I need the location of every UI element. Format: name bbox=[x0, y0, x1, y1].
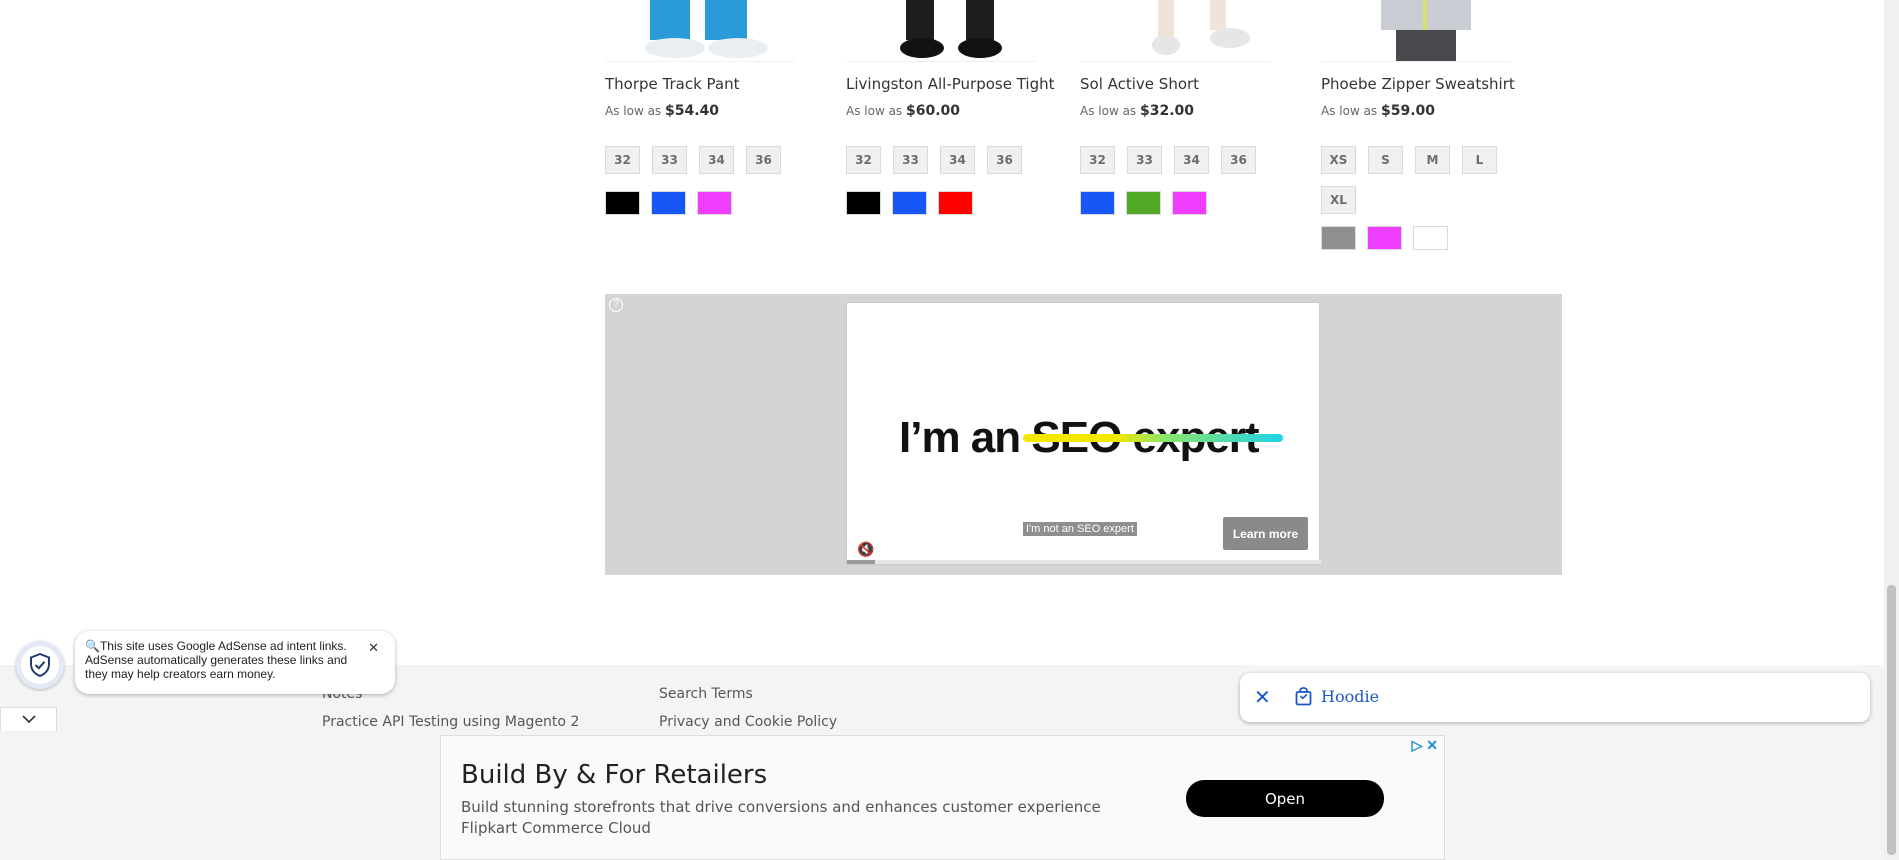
size-option[interactable]: 32 bbox=[846, 146, 881, 174]
price-value: $60.00 bbox=[906, 103, 961, 119]
price-prefix: As low as bbox=[1321, 104, 1378, 118]
color-swatch[interactable] bbox=[1321, 226, 1356, 250]
color-options bbox=[605, 191, 732, 215]
color-swatch[interactable] bbox=[1126, 191, 1161, 215]
price-value: $59.00 bbox=[1381, 103, 1436, 119]
size-option[interactable]: 34 bbox=[699, 146, 734, 174]
size-option[interactable]: M bbox=[1415, 146, 1450, 174]
color-swatch[interactable] bbox=[1172, 191, 1207, 215]
ad-video-card[interactable]: I’m an SEO expert I'm not an SEO expert … bbox=[846, 302, 1321, 565]
chevron-down-icon bbox=[21, 715, 36, 724]
size-option[interactable]: 36 bbox=[987, 146, 1022, 174]
price-value: $32.00 bbox=[1140, 103, 1195, 119]
ad-progress-bar bbox=[847, 560, 1321, 564]
bottom-anchor-ad[interactable]: ▷ ✕ Build By & For Retailers Build stunn… bbox=[440, 735, 1445, 860]
product-image[interactable] bbox=[1321, 0, 1511, 62]
color-options bbox=[1321, 226, 1448, 250]
footer-link-privacy[interactable]: Privacy and Cookie Policy bbox=[659, 714, 837, 730]
size-option[interactable]: 32 bbox=[1080, 146, 1115, 174]
color-swatch[interactable] bbox=[1367, 226, 1402, 250]
size-option[interactable]: XS bbox=[1321, 146, 1356, 174]
color-swatch[interactable] bbox=[651, 191, 686, 215]
footer-link-search-terms[interactable]: Search Terms bbox=[659, 686, 753, 702]
product-image[interactable] bbox=[1080, 0, 1270, 62]
size-option[interactable]: 33 bbox=[893, 146, 928, 174]
open-button[interactable]: Open bbox=[1186, 780, 1384, 817]
ad-description: Build stunning storefronts that drive co… bbox=[461, 798, 1101, 816]
price-prefix: As low as bbox=[1080, 104, 1137, 118]
shopping-bag-icon bbox=[1295, 687, 1312, 711]
color-swatch[interactable] bbox=[1413, 226, 1448, 250]
color-swatch[interactable] bbox=[892, 191, 927, 215]
size-option[interactable]: 34 bbox=[1174, 146, 1209, 174]
size-option[interactable]: XL bbox=[1321, 186, 1356, 214]
mute-icon[interactable]: 🔇 bbox=[857, 541, 874, 558]
learn-more-button[interactable]: Learn more bbox=[1223, 517, 1308, 550]
product-name[interactable]: Sol Active Short bbox=[1080, 75, 1199, 93]
color-swatch[interactable] bbox=[938, 191, 973, 215]
adchoices-icon[interactable]: ▷ ✕ bbox=[1412, 737, 1438, 754]
price-value: $54.40 bbox=[665, 103, 720, 119]
size-option[interactable]: 33 bbox=[652, 146, 687, 174]
ad-strike-highlight bbox=[1023, 434, 1283, 442]
search-suggestion-chip[interactable]: ✕ Hoodie bbox=[1240, 673, 1870, 722]
notice-text: This site uses Google AdSense ad intent … bbox=[85, 639, 348, 681]
footer-link-api-testing[interactable]: Practice API Testing using Magento 2 bbox=[322, 714, 579, 730]
size-option[interactable]: 36 bbox=[746, 146, 781, 174]
size-options: XS S M L XL bbox=[1321, 146, 1521, 214]
product-name[interactable]: Thorpe Track Pant bbox=[605, 75, 740, 93]
color-options bbox=[1080, 191, 1207, 215]
close-icon[interactable]: ✕ bbox=[368, 641, 379, 655]
ad-title[interactable]: Build By & For Retailers bbox=[461, 760, 767, 790]
product-price: As low as $32.00 bbox=[1080, 103, 1194, 119]
product-image[interactable] bbox=[846, 0, 1036, 62]
scrollbar-thumb[interactable] bbox=[1887, 585, 1896, 855]
size-options: 32 33 34 36 bbox=[605, 146, 805, 174]
product-image[interactable] bbox=[605, 0, 795, 62]
size-option[interactable]: 32 bbox=[605, 146, 640, 174]
page-scrollbar[interactable] bbox=[1884, 0, 1899, 860]
size-option[interactable]: S bbox=[1368, 146, 1403, 174]
price-prefix: As low as bbox=[846, 104, 903, 118]
size-option[interactable]: 34 bbox=[940, 146, 975, 174]
display-ad[interactable]: ? I’m an SEO expert I'm not an SEO exper… bbox=[605, 294, 1562, 575]
size-option[interactable]: 33 bbox=[1127, 146, 1162, 174]
product-price: As low as $60.00 bbox=[846, 103, 960, 119]
product-price: As low as $59.00 bbox=[1321, 103, 1435, 119]
collapse-button[interactable] bbox=[0, 707, 57, 731]
adsense-notice: 🔍This site uses Google AdSense ad intent… bbox=[75, 631, 395, 694]
ad-advertiser: Flipkart Commerce Cloud bbox=[461, 819, 651, 837]
shield-icon-inner bbox=[21, 646, 59, 684]
ad-help-icon[interactable]: ? bbox=[609, 298, 623, 312]
color-swatch[interactable] bbox=[1080, 191, 1115, 215]
product-name[interactable]: Livingston All-Purpose Tight bbox=[846, 75, 1055, 93]
shield-icon[interactable] bbox=[16, 641, 64, 689]
product-name[interactable]: Phoebe Zipper Sweatshirt bbox=[1321, 75, 1515, 93]
size-options: 32 33 34 36 bbox=[1080, 146, 1280, 174]
search-icon: 🔍 bbox=[85, 639, 100, 653]
color-options bbox=[846, 191, 973, 215]
chip-label[interactable]: Hoodie bbox=[1321, 687, 1379, 706]
size-option[interactable]: 36 bbox=[1221, 146, 1256, 174]
price-prefix: As low as bbox=[605, 104, 662, 118]
ad-subline: I'm not an SEO expert bbox=[1023, 522, 1137, 536]
color-swatch[interactable] bbox=[605, 191, 640, 215]
size-options: 32 33 34 36 bbox=[846, 146, 1046, 174]
color-swatch[interactable] bbox=[697, 191, 732, 215]
ad-progress-fill bbox=[847, 560, 876, 564]
size-option[interactable]: L bbox=[1462, 146, 1497, 174]
product-price: As low as $54.40 bbox=[605, 103, 719, 119]
color-swatch[interactable] bbox=[846, 191, 881, 215]
page: Thorpe Track Pant As low as $54.40 32 33 3… bbox=[0, 0, 1899, 860]
close-icon[interactable]: ✕ bbox=[1254, 685, 1271, 710]
